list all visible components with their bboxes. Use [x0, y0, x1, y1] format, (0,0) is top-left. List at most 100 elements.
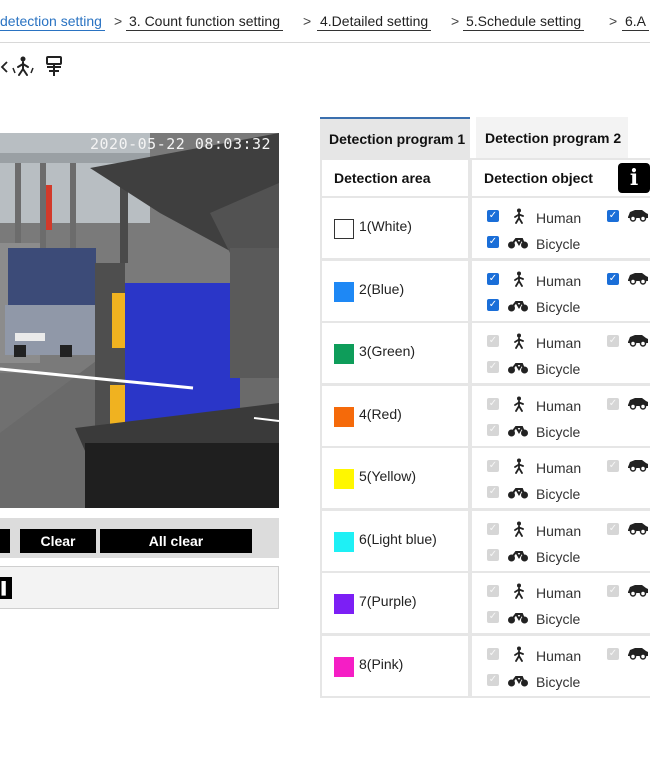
human-detect-icon[interactable]	[11, 54, 35, 78]
clear-button[interactable]: Clear	[20, 529, 96, 553]
bicycle-checkbox[interactable]: ✓	[487, 548, 499, 561]
human-icon	[512, 396, 526, 417]
human-label: Human	[536, 335, 582, 351]
breadcrumb-next-step[interactable]: 6.A	[622, 12, 650, 31]
vehicle-icon	[627, 208, 649, 227]
camera-scene	[0, 133, 279, 508]
bicycle-label: Bicycle	[536, 361, 581, 377]
area-color-swatch	[334, 656, 354, 677]
detection-area-cell: 1(White)	[322, 198, 468, 258]
human-checkbox[interactable]: ✓	[487, 397, 499, 410]
drawing-button-bar: Clear All clear	[0, 518, 279, 558]
human-icon	[512, 458, 526, 479]
vehicle-checkbox[interactable]: ✓	[607, 585, 619, 597]
vehicle-icon	[627, 333, 649, 352]
bicycle-icon	[507, 361, 529, 380]
tab-detection-program-1[interactable]: Detection program 1	[320, 117, 470, 159]
undo-button[interactable]	[0, 529, 10, 553]
human-checkbox[interactable]: ✓	[487, 210, 499, 222]
apply-button[interactable]: ▌	[0, 577, 12, 599]
area-color-swatch	[334, 281, 354, 302]
human-checkbox[interactable]: ✓	[487, 585, 499, 597]
bicycle-checkbox[interactable]: ✓	[487, 361, 499, 373]
vehicle-detect-icon[interactable]	[44, 54, 64, 78]
bicycle-icon	[507, 549, 529, 568]
detection-area-cell: 5(Yellow)	[322, 448, 468, 508]
human-checkbox[interactable]: ✓	[487, 522, 499, 535]
bicycle-icon	[507, 424, 529, 443]
detection-object-cell: ✓ Human ✓ Bicycle ✓	[472, 385, 650, 446]
area-label: 3(Green)	[359, 343, 416, 359]
bicycle-label: Bicycle	[536, 548, 581, 565]
vehicle-checkbox[interactable]: ✓	[607, 522, 619, 535]
human-checkbox[interactable]: ✓	[487, 647, 499, 660]
bicycle-checkbox[interactable]: ✓	[487, 486, 499, 498]
human-icon	[512, 583, 526, 604]
vehicle-icon	[627, 458, 649, 477]
human-label: Human	[536, 585, 582, 601]
area-color-swatch	[334, 406, 354, 427]
detection-object-cell: ✓ Human ✓ Bicycle ✓	[472, 510, 650, 571]
camera-timestamp: 2020-05-22 08:03:32	[90, 135, 272, 153]
breadcrumb-schedule-setting[interactable]: 5.Schedule setting	[463, 12, 585, 31]
bicycle-label: Bicycle	[536, 486, 581, 502]
header-detection-area: Detection area	[322, 160, 468, 196]
human-icon	[512, 271, 526, 292]
human-checkbox[interactable]: ✓	[487, 335, 499, 347]
bicycle-label: Bicycle	[536, 423, 581, 440]
bicycle-checkbox[interactable]: ✓	[487, 298, 499, 311]
breadcrumb-divider	[0, 42, 650, 43]
human-icon	[512, 521, 526, 542]
vehicle-checkbox[interactable]: ✓	[607, 335, 619, 347]
human-icon	[512, 208, 526, 229]
breadcrumb-separator: >	[303, 13, 312, 29]
area-label: 4(Red)	[359, 405, 402, 422]
detection-object-cell: ✓ Human ✓ Bicycle ✓	[472, 573, 650, 633]
area-label: 1(White)	[359, 218, 412, 234]
bicycle-icon	[507, 674, 529, 693]
area-label: 8(Pink)	[359, 655, 404, 672]
bicycle-checkbox[interactable]: ✓	[487, 673, 499, 686]
camera-preview[interactable]: 2020-05-22 08:03:32	[0, 133, 279, 508]
vehicle-checkbox[interactable]: ✓	[607, 460, 619, 472]
detection-object-cell: ✓ Human ✓ Bicycle ✓	[472, 635, 650, 696]
area-color-swatch	[334, 531, 354, 552]
area-label: 2(Blue)	[359, 280, 405, 297]
breadcrumb-count-function[interactable]: 3. Count function setting	[126, 12, 283, 31]
tab-detection-program-2[interactable]: Detection program 2	[476, 117, 628, 159]
area-color-swatch	[334, 594, 354, 614]
vehicle-icon	[627, 396, 649, 415]
area-draw-icon[interactable]	[0, 54, 10, 78]
area-color-swatch	[334, 469, 354, 489]
bicycle-checkbox[interactable]: ✓	[487, 236, 499, 248]
bicycle-icon	[507, 236, 529, 255]
detection-object-cell: ✓ Human ✓ Bicycle ✓	[472, 198, 650, 258]
vehicle-checkbox[interactable]: ✓	[607, 397, 619, 410]
detection-area-cell: 6(Light blue)	[322, 510, 468, 571]
human-label: Human	[536, 272, 582, 289]
bicycle-label: Bicycle	[536, 298, 581, 315]
area-color-swatch	[334, 344, 354, 364]
area-color-swatch	[334, 219, 354, 239]
human-checkbox[interactable]: ✓	[487, 460, 499, 472]
bicycle-label: Bicycle	[536, 673, 581, 690]
breadcrumb-detection-setting[interactable]: detection setting	[0, 12, 105, 31]
detection-area-cell: 7(Purple)	[322, 573, 468, 633]
all-clear-button[interactable]: All clear	[100, 529, 252, 553]
human-checkbox[interactable]: ✓	[487, 272, 499, 285]
vehicle-checkbox[interactable]: ✓	[607, 210, 619, 222]
vehicle-checkbox[interactable]: ✓	[607, 272, 619, 285]
info-icon[interactable]: i	[618, 163, 650, 193]
bicycle-checkbox[interactable]: ✓	[487, 611, 499, 623]
bicycle-icon	[507, 299, 529, 318]
breadcrumb-separator: >	[114, 13, 123, 29]
human-label: Human	[536, 460, 582, 476]
bicycle-icon	[507, 486, 529, 505]
bicycle-checkbox[interactable]: ✓	[487, 423, 499, 436]
detection-object-cell: ✓ Human ✓ Bicycle ✓	[472, 260, 650, 321]
breadcrumb-separator: >	[609, 13, 618, 29]
vehicle-checkbox[interactable]: ✓	[607, 647, 619, 660]
breadcrumb-detailed-setting[interactable]: 4.Detailed setting	[317, 12, 432, 31]
area-label: 7(Purple)	[359, 593, 417, 609]
breadcrumb-separator: >	[451, 13, 460, 29]
